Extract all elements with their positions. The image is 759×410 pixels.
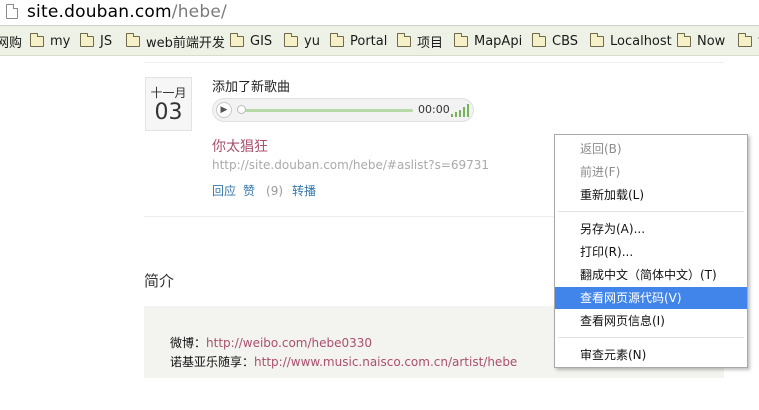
weibo-link[interactable]: http://weibo.com/hebe0330: [206, 336, 372, 350]
audio-player: ▶ 00:00: [212, 98, 474, 122]
folder-icon: [284, 32, 298, 47]
menu-item-print[interactable]: 打印(R)...: [555, 241, 747, 263]
bookmark-folder-js[interactable]: JS: [80, 32, 112, 50]
menu-item-inspect[interactable]: 审查元素(N): [555, 344, 747, 366]
folder-icon: [230, 32, 244, 47]
bookmark-folder-portal[interactable]: Portal: [330, 32, 387, 50]
date-day: 03: [154, 100, 183, 125]
page-icon: [6, 4, 18, 19]
play-icon[interactable]: ▶: [216, 102, 232, 118]
progress-knob[interactable]: [237, 105, 246, 114]
url-text[interactable]: site.douban.com/hebe/: [27, 2, 227, 22]
nokia-row: 诺基亚乐随享：http://www.music.naisco.com.cn/ar…: [170, 353, 517, 370]
bookmark-folder-web[interactable]: web前端开发: [126, 32, 225, 51]
folder-icon: [397, 32, 411, 47]
date-box: 十一月 03: [145, 77, 192, 131]
bookmark-folder-localhost[interactable]: Localhost: [590, 32, 672, 50]
menu-separator: [558, 211, 744, 212]
reply-link[interactable]: 回应: [212, 184, 236, 198]
weibo-label: 微博：: [170, 336, 207, 350]
bookmark-folder-mapapi[interactable]: MapApi: [454, 32, 522, 50]
bookmark-folder-my[interactable]: my: [30, 32, 70, 50]
progress-track[interactable]: [241, 109, 413, 112]
like-count: (9): [266, 184, 284, 198]
bookmark-folder-cbs[interactable]: CBS: [532, 32, 578, 50]
menu-item-back[interactable]: 返回(B): [555, 138, 747, 160]
folder-icon: [454, 32, 468, 47]
bookmark-folder-now[interactable]: Now: [677, 32, 725, 50]
folder-icon: [738, 32, 752, 47]
folder-icon: [126, 32, 140, 47]
volume-bars-icon[interactable]: [451, 104, 469, 117]
feed-actions: 回应赞 (9) 转播: [212, 182, 323, 199]
intro-heading: 简介: [144, 272, 175, 290]
weibo-row: 微博：http://weibo.com/hebe0330: [170, 334, 372, 351]
menu-separator: [558, 337, 744, 338]
menu-item-reload[interactable]: 重新加载(L): [555, 184, 747, 206]
divider: [144, 62, 724, 63]
bookmark-folder-v[interactable]: v: [738, 32, 759, 50]
menu-item-translate[interactable]: 翻成中文（简体中文）(T): [555, 264, 747, 286]
player-time: 00:00: [418, 103, 450, 116]
folder-icon: [590, 32, 604, 47]
bookmarks-bar: 网购 my JS web前端开发 GIS yu Portal 项目 MapApi…: [0, 26, 759, 56]
menu-item-save-as[interactable]: 另存为(A)...: [555, 218, 747, 240]
nokia-link[interactable]: http://www.music.naisco.com.cn/artist/he…: [254, 355, 517, 369]
bookmark-folder-gis[interactable]: GIS: [230, 32, 272, 50]
share-link[interactable]: 转播: [292, 184, 316, 198]
like-link[interactable]: 赞: [243, 184, 255, 198]
folder-icon: [677, 32, 691, 47]
folder-icon: [30, 32, 44, 47]
song-url[interactable]: http://site.douban.com/hebe/#aslist?s=69…: [212, 158, 489, 172]
menu-item-view-source[interactable]: 查看网页源代码(V): [555, 287, 747, 309]
song-title-link[interactable]: 你太猖狂: [212, 136, 268, 156]
menu-item-forward[interactable]: 前进(F): [555, 161, 747, 183]
folder-icon: [532, 32, 546, 47]
folder-icon: [80, 32, 94, 47]
bookmark-folder-project[interactable]: 项目: [397, 32, 443, 51]
address-bar[interactable]: site.douban.com/hebe/: [0, 0, 759, 26]
bookmark-item[interactable]: 网购: [0, 32, 22, 51]
menu-item-page-info[interactable]: 查看网页信息(I): [555, 310, 747, 332]
date-month: 十一月: [150, 86, 187, 100]
nokia-label: 诺基亚乐随享：: [170, 355, 255, 369]
folder-icon: [330, 32, 344, 47]
bookmark-folder-yu[interactable]: yu: [284, 32, 320, 50]
context-menu: 返回(B) 前进(F) 重新加载(L) 另存为(A)... 打印(R)... 翻…: [554, 134, 748, 368]
feed-title: 添加了新歌曲: [212, 80, 291, 95]
